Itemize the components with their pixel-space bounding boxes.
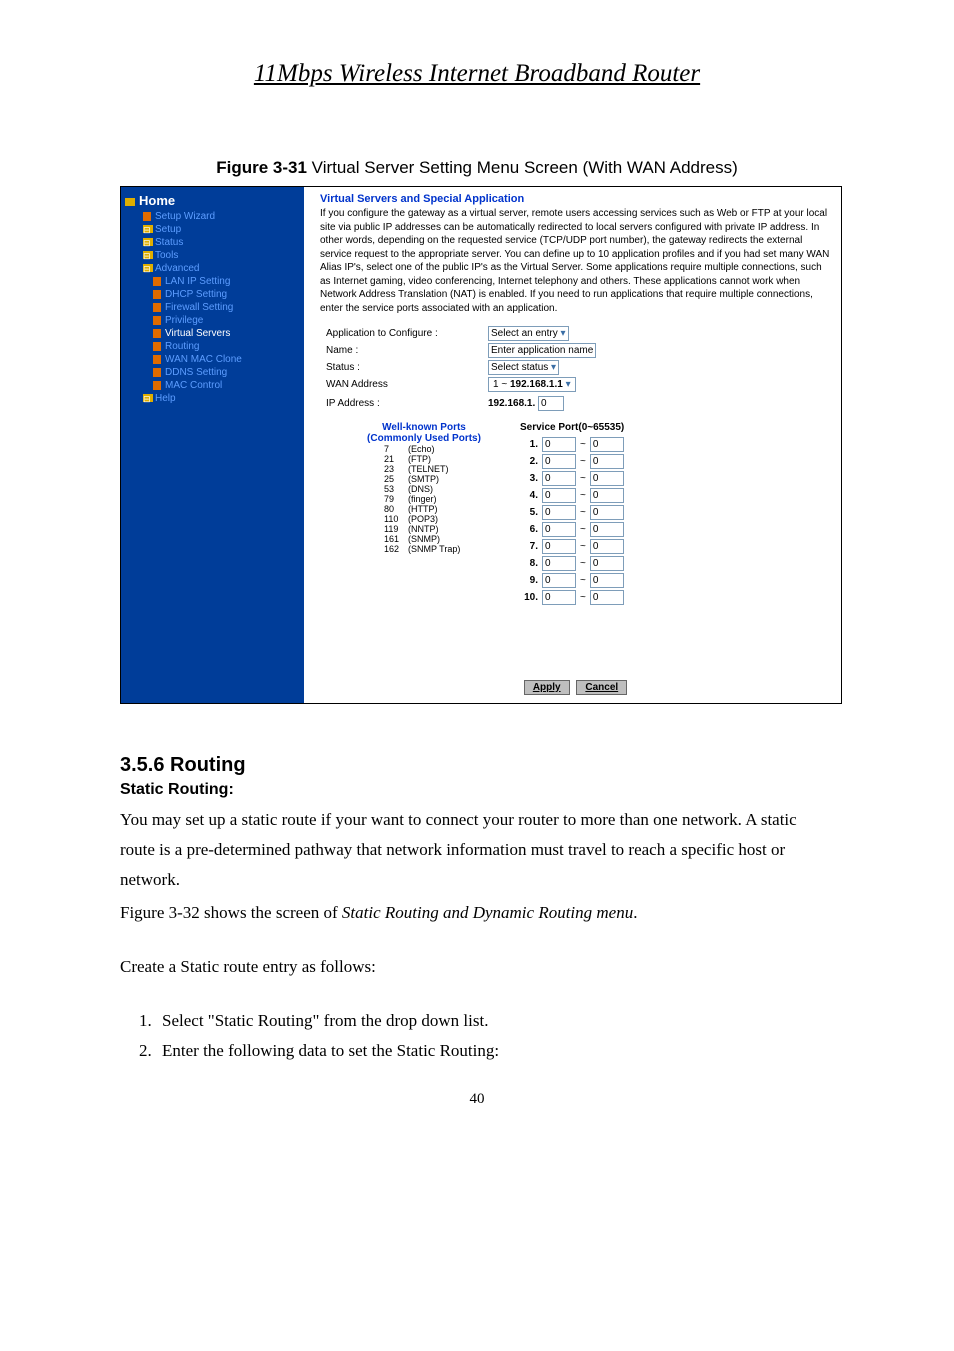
port-from-input[interactable]: 0 [542,590,576,605]
wk-row: 80(HTTP) [384,504,504,514]
status-select[interactable]: Select status [488,360,559,375]
para-3: Create a Static route entry as follows: [120,952,834,982]
port-from-input[interactable]: 0 [542,488,576,503]
para-2: Figure 3-32 shows the screen of Static R… [120,898,834,928]
content-panel: Virtual Servers and Special Application … [304,187,841,703]
name-label: Name : [320,342,482,359]
wk-row: 23(TELNET) [384,464,504,474]
port-to-input[interactable]: 0 [590,539,624,554]
nav-item[interactable]: Virtual Servers [153,328,300,339]
app-config-label: Application to Configure : [320,325,482,342]
figure-caption-text: Virtual Server Setting Menu Screen (With… [312,158,738,177]
sub-heading: Static Routing: [120,781,834,799]
wan-prefix: 1 ~ [493,379,510,390]
port-to-input[interactable]: 0 [590,573,624,588]
step-2: Enter the following data to set the Stat… [156,1036,834,1066]
wk-row: 7(Echo) [384,444,504,454]
wk-row: 79(finger) [384,494,504,504]
figure-caption: Figure 3-31 Virtual Server Setting Menu … [120,158,834,178]
port-to-input[interactable]: 0 [590,454,624,469]
wk-row: 21(FTP) [384,454,504,464]
nav-item[interactable]: Setup Wizard [143,211,300,222]
port-to-input[interactable]: 0 [590,556,624,571]
nav-item[interactable]: Routing [153,341,300,352]
port-from-input[interactable]: 0 [542,437,576,452]
wk-row: 119(NNTP) [384,524,504,534]
service-port-row: 4.0~0 [520,488,831,503]
port-to-input[interactable]: 0 [590,522,624,537]
port-to-input[interactable]: 0 [590,437,624,452]
wk-title-2: (Commonly Used Ports) [344,433,504,444]
button-bar: Apply Cancel [320,682,831,693]
para-2a: Figure 3-32 shows the screen of [120,903,342,922]
service-port-row: 8.0~0 [520,556,831,571]
wan-value: 192.168.1.1 [510,379,563,390]
para-2b: Static Routing and Dynamic Routing menu [342,903,633,922]
nav-item[interactable]: MAC Control [153,380,300,391]
port-from-input[interactable]: 0 [542,471,576,486]
port-to-input[interactable]: 0 [590,488,624,503]
wk-row: 25(SMTP) [384,474,504,484]
figure-caption-bold: Figure 3-31 [216,158,311,177]
panel-desc: If you configure the gateway as a virtua… [320,207,831,315]
service-port-row: 7.0~0 [520,539,831,554]
wan-select[interactable]: 1 ~ 192.168.1.1 ▾ [488,377,576,392]
port-from-input[interactable]: 0 [542,556,576,571]
nav-item[interactable]: DDNS Setting [153,367,300,378]
nav-home[interactable]: Home [125,193,300,208]
wk-row: 110(POP3) [384,514,504,524]
nav-item[interactable]: LAN IP Setting [153,276,300,287]
port-to-input[interactable]: 0 [590,505,624,520]
nav-sidebar: Home Setup Wizard Setup Status Tools Advance… [121,187,304,703]
nav-item[interactable]: Help [143,393,300,404]
wk-row: 161(SNMP) [384,534,504,544]
doc-title: 11Mbps Wireless Internet Broadband Route… [120,60,834,88]
apply-button[interactable]: Apply [524,680,570,695]
port-from-input[interactable]: 0 [542,539,576,554]
status-label: Status : [320,359,482,376]
nav-item[interactable]: Firewall Setting [153,302,300,313]
settings-form: Application to Configure : Select an ent… [320,325,602,414]
para-1: You may set up a static route if your wa… [120,805,834,894]
section-heading: 3.5.6 Routing [120,754,834,777]
service-port-row: 2.0~0 [520,454,831,469]
wk-row: 162(SNMP Trap) [384,544,504,554]
nav-item[interactable]: WAN MAC Clone [153,354,300,365]
para-2c: . [633,903,637,922]
screenshot-frame: Home Setup Wizard Setup Status Tools Advance… [120,186,842,704]
service-port-row: 3.0~0 [520,471,831,486]
wan-label: WAN Address [320,376,482,393]
ip-label: IP Address : [320,393,482,414]
service-port-row: 6.0~0 [520,522,831,537]
page-number: 40 [120,1091,834,1108]
port-to-input[interactable]: 0 [590,471,624,486]
nav-item[interactable]: Privilege [153,315,300,326]
service-port-row: 10.0~0 [520,590,831,605]
ip-prefix: 192.168.1. [488,398,535,409]
well-known-ports: Well-known Ports (Commonly Used Ports) 7… [344,422,504,554]
port-from-input[interactable]: 0 [542,522,576,537]
step-1: Select "Static Routing" from the drop do… [156,1006,834,1036]
nav-item[interactable]: Tools [143,250,300,261]
nav-item[interactable]: Status [143,237,300,248]
panel-title: Virtual Servers and Special Application [320,193,831,205]
port-from-input[interactable]: 0 [542,573,576,588]
service-port-header: Service Port(0~65535) [520,422,831,433]
name-input[interactable]: Enter application name [488,343,596,358]
wk-title-1: Well-known Ports [344,422,504,433]
service-port-row: 9.0~0 [520,573,831,588]
port-to-input[interactable]: 0 [590,590,624,605]
ip-input[interactable]: 0 [538,396,564,411]
nav-item[interactable]: Advanced [143,263,300,274]
app-config-select[interactable]: Select an entry [488,326,569,341]
nav-item[interactable]: Setup [143,224,300,235]
nav-item[interactable]: DHCP Setting [153,289,300,300]
service-port-row: 5.0~0 [520,505,831,520]
steps-list: Select "Static Routing" from the drop do… [120,1006,834,1066]
port-from-input[interactable]: 0 [542,505,576,520]
wk-row: 53(DNS) [384,484,504,494]
service-port-row: 1.0~0 [520,437,831,452]
port-from-input[interactable]: 0 [542,454,576,469]
cancel-button[interactable]: Cancel [576,680,627,695]
